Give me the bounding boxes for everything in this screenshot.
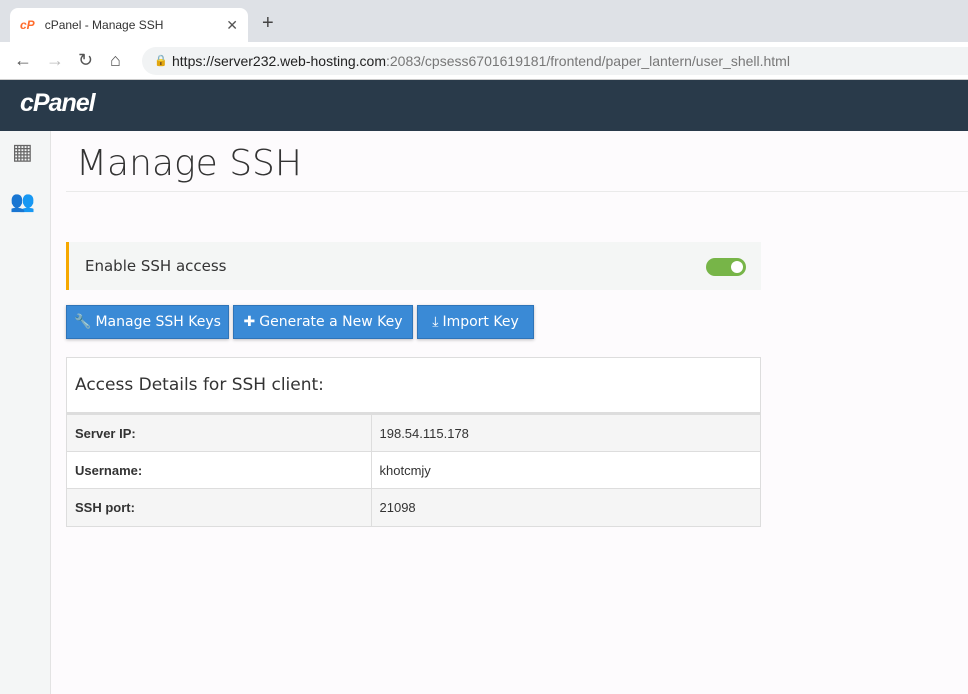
row-label: SSH port:	[67, 488, 372, 526]
cpanel-favicon-icon: cP	[20, 18, 35, 32]
url-host: https://server232.web-hosting.com	[172, 53, 386, 69]
ssh-access-label: Enable SSH access	[85, 257, 227, 275]
wrench-icon: 🔧	[74, 314, 92, 330]
grid-icon[interactable]: ▦	[12, 139, 33, 165]
close-tab-icon[interactable]: ✕	[226, 17, 238, 34]
divider	[66, 191, 968, 192]
row-label: Username:	[67, 451, 372, 489]
cpanel-logo[interactable]: cPanel	[20, 89, 96, 118]
row-value: 198.54.115.178	[371, 414, 760, 452]
table-row: SSH port: 21098	[67, 488, 760, 526]
table-row: Username: khotcmjy	[67, 451, 760, 489]
manage-ssh-keys-button[interactable]: 🔧 Manage SSH Keys	[66, 305, 229, 339]
tab-bar: cP cPanel - Manage SSH ✕ +	[0, 0, 968, 42]
row-value: khotcmjy	[371, 451, 760, 489]
access-details-panel: Access Details for SSH client: Server IP…	[66, 357, 761, 527]
row-value: 21098	[371, 488, 760, 526]
generate-key-button[interactable]: ✚ Generate a New Key	[233, 305, 413, 339]
lock-icon: 🔒	[154, 55, 168, 67]
page-title: Manage SSH	[76, 143, 302, 184]
generate-label: Generate a New Key	[259, 314, 403, 330]
import-icon: ⤓	[432, 314, 439, 330]
plus-icon: ✚	[243, 314, 256, 330]
address-bar-row: ← → ↻ ⌂ 🔒 https://server232.web-hosting.…	[0, 42, 968, 80]
browser-tab[interactable]: cP cPanel - Manage SSH ✕	[10, 8, 248, 42]
url-input[interactable]: 🔒 https://server232.web-hosting.com:2083…	[142, 47, 968, 75]
access-details-table: Server IP: 198.54.115.178 Username: khotcm…	[67, 414, 760, 526]
ssh-access-toggle[interactable]	[706, 258, 746, 276]
home-icon[interactable]: ⌂	[110, 50, 121, 71]
access-details-title: Access Details for SSH client:	[67, 358, 760, 414]
back-icon[interactable]: ←	[14, 50, 32, 71]
new-tab-button[interactable]: +	[262, 12, 274, 35]
import-key-button[interactable]: ⤓ Import Key	[417, 305, 534, 339]
users-icon[interactable]: 👥	[10, 189, 35, 214]
reload-icon[interactable]: ↻	[78, 50, 93, 71]
row-label: Server IP:	[67, 414, 372, 452]
tab-title: cPanel - Manage SSH	[44, 18, 164, 32]
url-path: :2083/cpsess6701619181/frontend/paper_la…	[386, 53, 790, 69]
table-row: Server IP: 198.54.115.178	[67, 414, 760, 452]
sidebar: ▦ 👥	[0, 131, 51, 694]
cpanel-header: cPanel	[0, 80, 968, 131]
manage-label: Manage SSH Keys	[95, 314, 221, 330]
forward-icon[interactable]: →	[46, 50, 64, 71]
import-label: Import Key	[442, 314, 519, 330]
ssh-access-row: Enable SSH access	[66, 242, 761, 290]
